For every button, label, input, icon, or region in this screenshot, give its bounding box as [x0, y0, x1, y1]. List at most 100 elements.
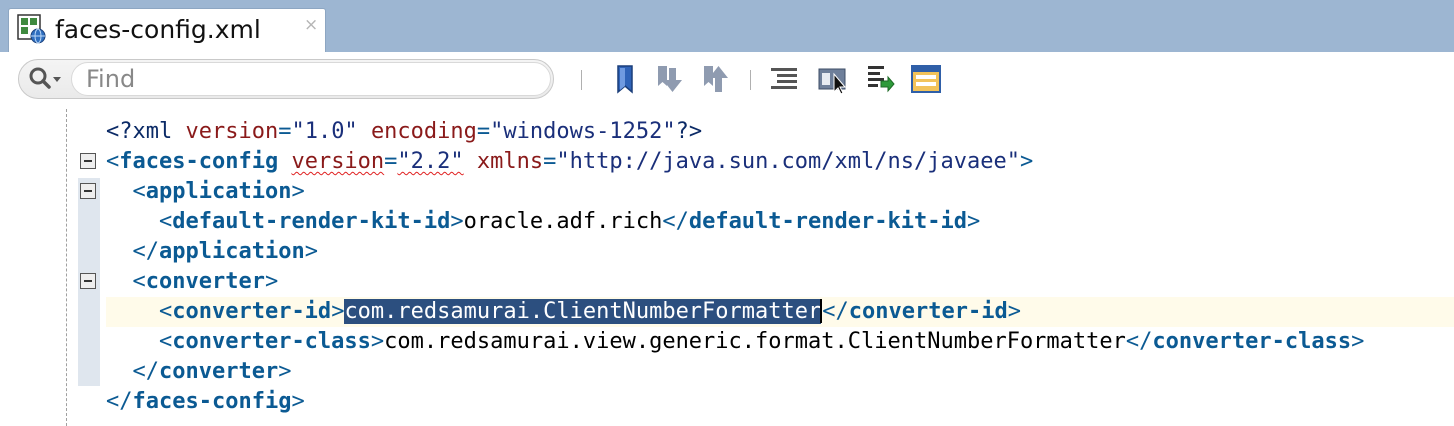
layout-icon	[911, 65, 941, 93]
structure-icon	[771, 68, 797, 89]
tag-name: faces-config	[119, 149, 279, 174]
tag-name: converter	[145, 269, 265, 294]
tag-bracket: >	[370, 329, 385, 354]
equals-sign: =	[476, 119, 491, 144]
attribute-value: "1.0"	[291, 119, 358, 144]
breakpoints-button[interactable]	[816, 62, 850, 96]
close-tab-icon[interactable]: ×	[304, 15, 318, 35]
structure-button[interactable]	[767, 62, 801, 96]
search-box	[18, 59, 554, 99]
tag-name: application	[145, 179, 292, 204]
editor-tab-faces-config[interactable]: faces-config.xml ×	[8, 8, 326, 52]
tag-name: converter-id	[848, 299, 1008, 324]
xml-file-icon	[16, 13, 48, 45]
equals-sign: =	[384, 149, 398, 174]
tag-bracket: </	[132, 359, 160, 384]
code-line-1[interactable]: <?xml version="1.0" encoding="windows-12…	[0, 117, 1454, 147]
code-line-4[interactable]: <default-render-kit-id>oracle.adf.rich</…	[0, 207, 1454, 237]
code-line-10[interactable]: </faces-config>	[0, 387, 1454, 417]
xml-declaration-close: ?>	[675, 119, 703, 144]
tag-bracket: >	[331, 299, 345, 324]
attribute-value: "http://java.sun.com/xml/ns/javaee"	[556, 149, 1020, 174]
tag-bracket: <	[132, 269, 146, 294]
tag-bracket: >	[1019, 149, 1034, 174]
tag-name: converter-class	[1152, 329, 1352, 354]
log-icon	[868, 66, 895, 93]
layout-button[interactable]	[909, 62, 943, 96]
element-text: com.redsamurai.view.generic.format.Clien…	[384, 329, 1126, 354]
editor-toolbar	[0, 52, 1454, 109]
code-line-5[interactable]: </application>	[0, 237, 1454, 267]
attribute-name: xmlns	[476, 149, 544, 174]
selected-text[interactable]: com.redsamurai.ClientNumberFormatter	[344, 299, 822, 324]
tag-bracket: </	[106, 389, 133, 414]
tag-bracket: </	[1125, 329, 1153, 354]
tag-bracket: <	[158, 329, 173, 354]
toolbar-separator	[750, 70, 751, 90]
bookmark-button[interactable]	[609, 62, 643, 96]
tag-name: converter-class	[172, 329, 371, 354]
tag-bracket: >	[1351, 329, 1365, 354]
code-line-7[interactable]: <converter-id>com.redsamurai.ClientNumbe…	[0, 297, 1454, 327]
xml-declaration-open: <?xml	[106, 119, 186, 144]
tag-bracket: >	[450, 209, 464, 234]
element-text: oracle.adf.rich	[463, 209, 663, 234]
code-line-2[interactable]: <faces-config version="2.2" xmlns="http:…	[0, 147, 1454, 177]
tab-title: faces-config.xml	[55, 15, 261, 44]
collapse-fold-icon[interactable]	[80, 183, 96, 199]
tag-bracket: <	[158, 299, 173, 324]
code-line-8[interactable]: <converter-class>com.redsamurai.view.gen…	[0, 327, 1454, 357]
collapse-fold-icon[interactable]	[80, 153, 96, 169]
find-input[interactable]	[71, 62, 551, 96]
tag-name: converter	[159, 359, 279, 384]
tag-name: converter-id	[172, 299, 332, 324]
equals-sign: =	[543, 149, 557, 174]
tag-bracket: <	[106, 149, 120, 174]
tag-bracket: >	[966, 209, 981, 234]
previous-bookmark-button[interactable]	[700, 62, 734, 96]
tag-bracket: <	[158, 209, 173, 234]
tag-bracket: >	[264, 269, 279, 294]
code-line-9[interactable]: </converter>	[0, 357, 1454, 387]
tag-bracket: >	[291, 389, 305, 414]
collapse-fold-icon[interactable]	[80, 273, 96, 289]
log-button[interactable]	[863, 62, 897, 96]
tag-name: faces-config	[132, 389, 292, 414]
tag-bracket: >	[278, 359, 292, 384]
tag-bracket: >	[291, 179, 305, 204]
next-bookmark-icon	[658, 66, 682, 92]
attribute-name: version	[185, 119, 279, 144]
attribute-value: "windows-1252"	[490, 119, 676, 144]
toolbar-separator	[581, 70, 582, 90]
code-line-3[interactable]: <application>	[0, 177, 1454, 207]
next-bookmark-button[interactable]	[654, 62, 688, 96]
tag-name: application	[159, 239, 305, 264]
tag-bracket: </	[822, 299, 849, 324]
tag-bracket: <	[132, 179, 146, 204]
attribute-value-with-warning: "2.2"	[397, 149, 464, 174]
attribute-name: encoding	[370, 119, 477, 144]
bookmark-icon	[617, 65, 633, 94]
tag-bracket: </	[662, 209, 689, 234]
code-line-6[interactable]: <converter>	[0, 267, 1454, 297]
tag-bracket: >	[1007, 299, 1021, 324]
search-options-icon[interactable]	[27, 65, 65, 93]
breakpoints-icon	[818, 68, 847, 95]
tag-bracket: </	[132, 239, 160, 264]
tag-bracket: >	[304, 239, 318, 264]
tab-bar: faces-config.xml ×	[0, 0, 1454, 52]
tag-name: default-render-kit-id	[688, 209, 967, 234]
attribute-name-with-warning: version	[291, 149, 385, 174]
equals-sign: =	[278, 119, 292, 144]
previous-bookmark-icon	[704, 66, 728, 92]
